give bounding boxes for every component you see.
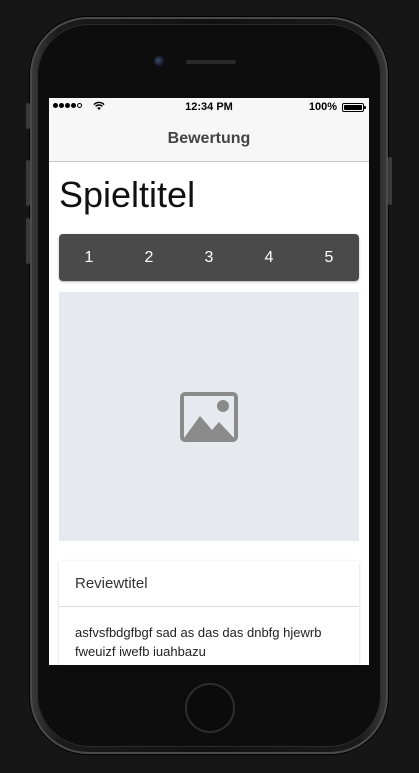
earpiece-speaker xyxy=(186,60,236,64)
rating-option-1[interactable]: 1 xyxy=(59,249,119,267)
nav-title: Bewertung xyxy=(167,130,251,147)
rating-option-2[interactable]: 2 xyxy=(119,249,179,267)
main-content: Spieltitel 1 2 3 4 5 Reviewtitel asfvsfb… xyxy=(49,174,369,665)
volume-up-button xyxy=(26,160,30,206)
mute-switch xyxy=(26,103,30,129)
game-image xyxy=(59,292,359,541)
battery-icon xyxy=(342,103,366,112)
review-card: Reviewtitel asfvsfbdgfbgf sad as das das… xyxy=(59,561,359,665)
rating-option-3[interactable]: 3 xyxy=(179,249,239,267)
rating-option-5[interactable]: 5 xyxy=(299,249,359,267)
volume-down-button xyxy=(26,218,30,264)
rating-selector: 1 2 3 4 5 xyxy=(59,234,359,281)
review-body: asfvsfbdgfbgf sad as das das dnbfg hjewr… xyxy=(75,625,322,659)
status-bar: 12:34 PM 100% xyxy=(49,98,369,117)
front-camera xyxy=(154,56,165,67)
home-button[interactable] xyxy=(185,683,235,733)
rating-option-4[interactable]: 4 xyxy=(239,249,299,267)
app-screen: 12:34 PM 100% Bewertung Spieltitel 1 2 3… xyxy=(49,98,369,665)
power-button xyxy=(388,157,392,205)
battery-percent: 100% xyxy=(308,101,337,113)
nav-bar: Bewertung xyxy=(49,117,369,162)
image-placeholder-icon xyxy=(180,391,238,442)
review-title: Reviewtitel xyxy=(59,561,359,607)
page-title: Spieltitel xyxy=(59,174,196,215)
